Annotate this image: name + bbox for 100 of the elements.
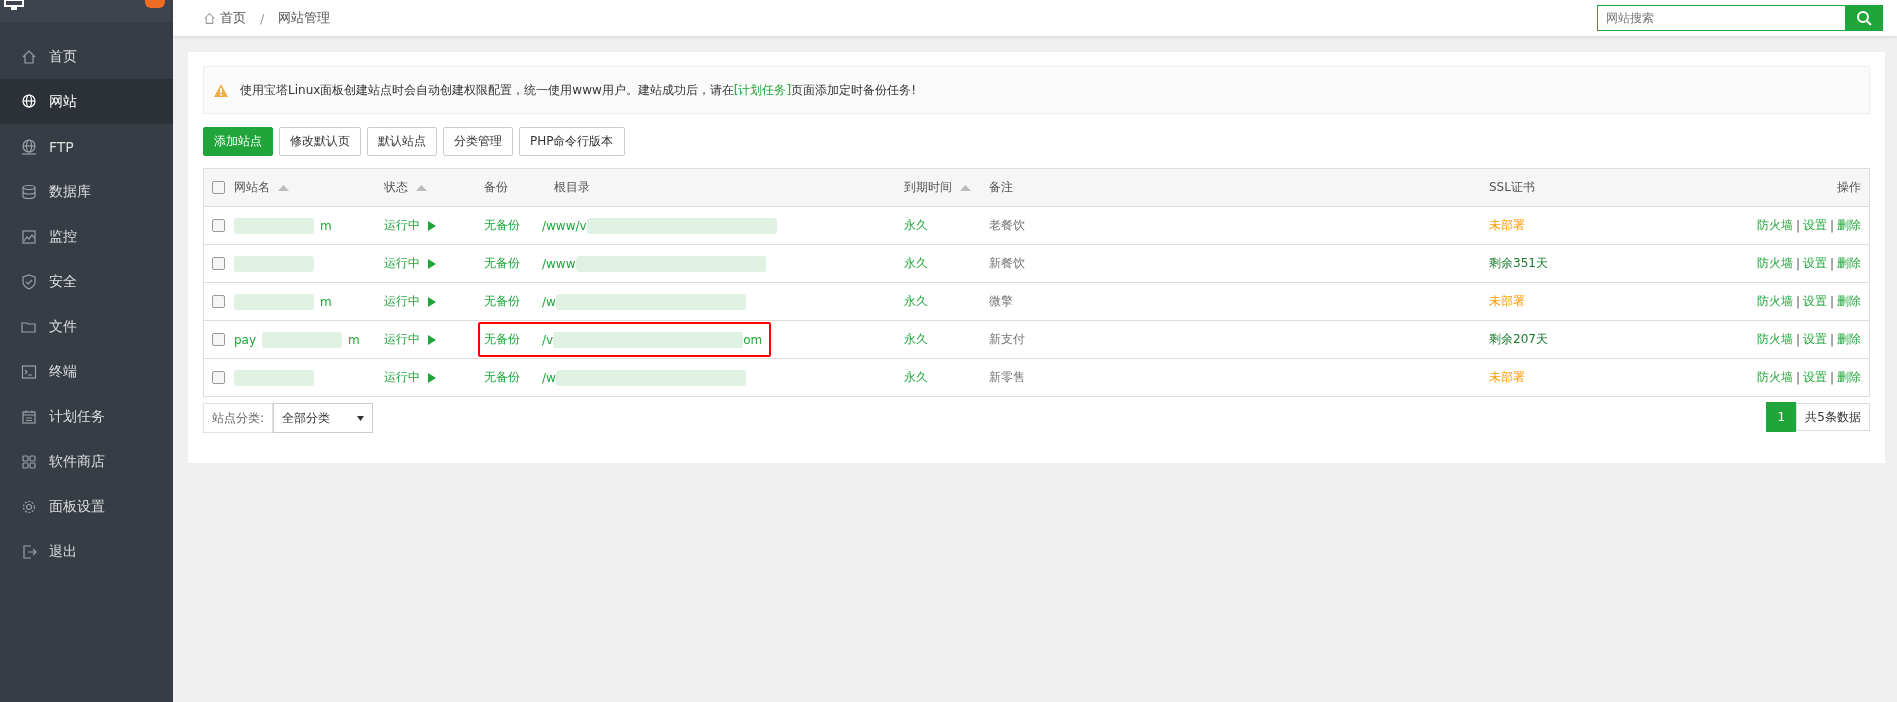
- action-link[interactable]: 删除: [1837, 293, 1861, 310]
- remark-text[interactable]: 微擎: [989, 293, 1013, 310]
- ssl-status[interactable]: 未部署: [1489, 217, 1525, 234]
- action-link[interactable]: 设置: [1802, 217, 1827, 234]
- category-dropdown[interactable]: 全部分类: [273, 403, 374, 433]
- shield-icon: [21, 273, 37, 290]
- sidebar-item[interactable]: 数据库: [0, 169, 173, 214]
- sidebar-item[interactable]: 网站: [0, 79, 173, 124]
- sidebar-item[interactable]: 终端: [0, 349, 173, 394]
- status-link[interactable]: 运行中: [384, 369, 420, 386]
- search-field[interactable]: 网站搜索: [1597, 5, 1845, 31]
- action-link[interactable]: 删除: [1837, 217, 1861, 234]
- toolbar-button[interactable]: 默认站点: [367, 127, 437, 156]
- sidebar-item[interactable]: 监控: [0, 214, 173, 259]
- backup-link[interactable]: 无备份: [484, 293, 542, 310]
- sidebar-item[interactable]: 安全: [0, 259, 173, 304]
- action-link[interactable]: 设置: [1802, 293, 1827, 310]
- backup-link[interactable]: 无备份: [484, 255, 542, 272]
- action-link[interactable]: 删除: [1837, 331, 1861, 348]
- site-name[interactable]: m: [348, 332, 360, 347]
- expiry-text[interactable]: 永久: [904, 369, 928, 386]
- sidebar-item[interactable]: FTP: [0, 124, 173, 169]
- action-separator: |: [1795, 218, 1800, 233]
- schedule-link[interactable]: [计划任务]: [733, 82, 792, 97]
- ssl-status[interactable]: 未部署: [1489, 293, 1525, 310]
- ssl-status[interactable]: 未部署: [1489, 369, 1525, 386]
- sidebar-item[interactable]: 退出: [0, 529, 173, 574]
- backup-link[interactable]: 无备份: [484, 369, 542, 386]
- action-link[interactable]: 设置: [1802, 331, 1827, 348]
- expiry-text[interactable]: 永久: [904, 293, 928, 310]
- action-separator: |: [1829, 256, 1834, 271]
- action-link[interactable]: 设置: [1802, 255, 1827, 272]
- sidebar-item[interactable]: 计划任务: [0, 394, 173, 439]
- remark-text[interactable]: 新零售: [989, 369, 1025, 386]
- action-link[interactable]: 防火墙: [1756, 369, 1793, 386]
- sidebar-item[interactable]: 面板设置: [0, 484, 173, 529]
- action-link[interactable]: 防火墙: [1756, 255, 1793, 272]
- column-header[interactable]: 到期时间: [904, 179, 971, 196]
- root-path[interactable]: /v: [542, 332, 554, 347]
- sidebar-item[interactable]: 文件: [0, 304, 173, 349]
- action-link[interactable]: 删除: [1837, 369, 1861, 386]
- home-icon: [21, 48, 37, 65]
- root-path[interactable]: /w: [542, 294, 556, 309]
- backup-link[interactable]: 无备份: [484, 217, 542, 234]
- toolbar-button[interactable]: PHP命令行版本: [519, 127, 625, 156]
- page-button[interactable]: 1: [1766, 402, 1797, 432]
- column-header: SSL证书: [1489, 179, 1535, 196]
- ssl-status[interactable]: 剩余207天: [1489, 331, 1548, 348]
- status-link[interactable]: 运行中: [384, 255, 420, 272]
- row-checkbox[interactable]: [212, 371, 225, 384]
- column-header: 备注: [989, 179, 1013, 196]
- expiry-text[interactable]: 永久: [904, 331, 928, 348]
- notice-text: 使用宝塔Linux面板创建站点时会自动创建权限配置，统一使用www用户。建站成功后，请在[计划任务]页面添加定时备份任务!: [240, 81, 916, 99]
- root-path[interactable]: /www: [542, 256, 576, 271]
- toolbar-button[interactable]: 修改默认页: [279, 127, 361, 156]
- play-icon: [428, 258, 436, 269]
- column-header[interactable]: 网站名: [234, 179, 289, 196]
- status-link[interactable]: 运行中: [384, 217, 420, 234]
- action-link[interactable]: 删除: [1837, 255, 1861, 272]
- remark-text[interactable]: 老餐饮: [989, 217, 1025, 234]
- sidebar-item[interactable]: 软件商店: [0, 439, 173, 484]
- row-checkbox[interactable]: [212, 333, 225, 346]
- site-name[interactable]: m: [320, 218, 332, 233]
- root-path[interactable]: /w: [542, 370, 556, 385]
- breadcrumb-separator: /: [260, 10, 265, 26]
- status-link[interactable]: 运行中: [384, 331, 420, 348]
- backup-link[interactable]: 无备份: [484, 331, 542, 348]
- column-header[interactable]: 状态: [384, 179, 427, 196]
- select-all-checkbox[interactable]: [212, 181, 225, 194]
- search-button[interactable]: [1845, 5, 1883, 31]
- site-name[interactable]: m: [320, 294, 332, 309]
- expiry-text[interactable]: 永久: [904, 255, 928, 272]
- remark-text[interactable]: 新支付: [989, 331, 1025, 348]
- action-link[interactable]: 防火墙: [1756, 331, 1793, 348]
- breadcrumb-link[interactable]: 首页: [220, 9, 246, 27]
- site-name[interactable]: pay: [234, 332, 257, 347]
- row-checkbox[interactable]: [212, 219, 225, 232]
- sort-arrow-icon: [278, 184, 289, 191]
- remark-text[interactable]: 新餐饮: [989, 255, 1025, 272]
- expiry-text[interactable]: 永久: [904, 217, 928, 234]
- sidebar-item[interactable]: 首页: [0, 34, 173, 79]
- home-icon: [203, 11, 216, 25]
- root-path[interactable]: /www/v: [542, 218, 587, 233]
- play-icon: [428, 296, 436, 307]
- action-separator: |: [1795, 332, 1800, 347]
- root-path[interactable]: om: [743, 332, 763, 347]
- play-icon: [428, 334, 436, 345]
- row-checkbox[interactable]: [212, 257, 225, 270]
- breadcrumb-link[interactable]: 网站管理: [278, 9, 331, 27]
- status-link[interactable]: 运行中: [384, 293, 420, 310]
- row-checkbox[interactable]: [212, 295, 225, 308]
- action-link[interactable]: 防火墙: [1756, 293, 1793, 310]
- toolbar-button[interactable]: 分类管理: [443, 127, 513, 156]
- action-link[interactable]: 设置: [1802, 369, 1827, 386]
- database-icon: [21, 183, 37, 200]
- sort-arrow-icon: [416, 184, 427, 191]
- toolbar-button[interactable]: 添加站点: [203, 127, 273, 156]
- warning-icon: [214, 83, 228, 97]
- action-link[interactable]: 防火墙: [1756, 217, 1793, 234]
- ssl-status[interactable]: 剩余351天: [1489, 255, 1548, 272]
